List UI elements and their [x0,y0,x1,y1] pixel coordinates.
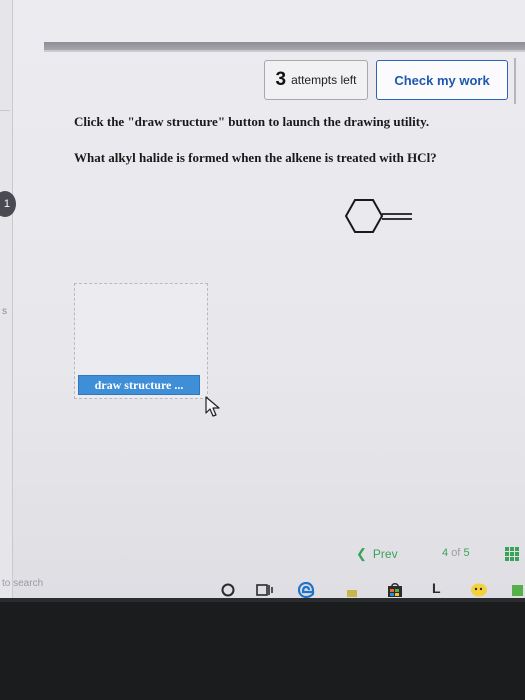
store-bag-icon[interactable] [386,582,404,598]
prev-label: Prev [372,547,398,561]
question-prompt: What alkyl halide is formed when the alk… [74,150,437,165]
question-navigation: ❮ Prev 4 of 5 [356,546,525,568]
attempts-count: 3 [275,69,287,90]
folder-icon[interactable] [346,588,358,598]
check-my-work-button[interactable]: Check my work [376,60,508,100]
page-current: 4 [442,547,449,559]
left-side-panel [0,0,13,600]
prev-button[interactable]: ❮ Prev [356,546,398,562]
edge-browser-icon[interactable] [298,582,316,598]
taskbar-edge [0,598,525,602]
header-bar [44,42,525,50]
header-divider [514,58,516,104]
draw-structure-button[interactable]: draw structure ... [78,375,200,395]
taskbar-search-text[interactable]: to search [2,578,43,589]
left-panel-letter: s [2,306,7,317]
cortana-circle-icon[interactable] [220,582,236,598]
page-total: 5 [463,547,470,559]
page-of: of [451,547,461,559]
attempts-left-badge: 3 attempts left [264,60,368,100]
chevron-left-icon: ❮ [356,546,367,561]
attempts-label: attempts left [291,73,357,87]
app-tile-icon[interactable] [510,582,525,598]
question-number-marker[interactable]: 1 [0,191,16,217]
instruction-text: Click the "draw structure" button to lau… [74,114,430,129]
chat-app-icon[interactable] [470,582,488,598]
grid-icon[interactable] [504,546,520,562]
browser-viewport: 1 s 3 attempts left Check my work Click … [0,0,525,602]
header-bar-shadow [44,50,525,52]
methylenecyclohexane-structure [344,199,412,233]
left-panel-upper [0,0,10,111]
mouse-pointer-icon [205,396,220,417]
page-indicator: 4 of 5 [442,547,470,559]
task-view-icon[interactable] [256,582,274,598]
letter-l-app-icon[interactable]: L [432,580,441,596]
